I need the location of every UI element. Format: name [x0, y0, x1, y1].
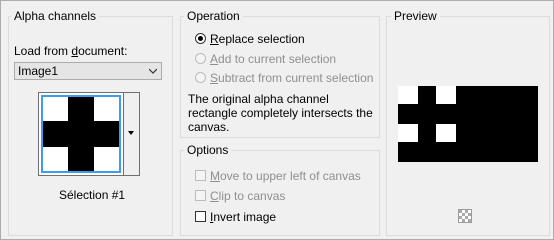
dropdown-arrow-icon	[128, 131, 134, 135]
chevron-down-icon	[149, 68, 157, 74]
preview-image	[398, 86, 538, 162]
alpha-channels-title: Alpha channels	[11, 9, 100, 23]
subtract-from-selection-radio[interactable]	[195, 72, 206, 83]
move-to-upper-left-checkbox[interactable]	[195, 170, 206, 181]
thumbnail-dropdown-button[interactable]	[124, 92, 140, 176]
radio-selected-dot	[198, 36, 203, 41]
operation-title: Operation	[184, 9, 243, 23]
options-title: Options	[184, 143, 232, 157]
replace-selection-radio[interactable]	[195, 33, 206, 44]
document-select[interactable]: Image1	[14, 62, 162, 80]
preview-title: Preview	[391, 9, 440, 23]
subtract-from-selection-label[interactable]: Subtract from current selection	[210, 71, 373, 85]
add-to-selection-radio[interactable]	[195, 53, 206, 64]
invert-image-label[interactable]: Invert image	[210, 210, 276, 224]
load-from-document-label: Load from document:	[14, 44, 128, 58]
alpha-channel-thumbnail[interactable]	[38, 92, 124, 176]
invert-image-checkbox[interactable]	[195, 211, 206, 222]
operation-message-line-1: The original alpha channel	[188, 92, 329, 106]
thumbnail-selection-outline	[41, 95, 121, 173]
replace-selection-label[interactable]: Replace selection	[210, 32, 305, 46]
clip-to-canvas-label[interactable]: Clip to canvas	[210, 189, 285, 203]
operation-message-line-2: rectangle completely intersects the	[188, 106, 373, 120]
add-to-selection-label[interactable]: Add to current selection	[210, 52, 336, 66]
checkerboard-icon	[458, 209, 472, 223]
cross-shape-icon	[43, 97, 119, 171]
document-select-value: Image1	[18, 64, 59, 78]
move-to-upper-left-label[interactable]: Move to upper left of canvas	[210, 169, 361, 183]
selection-name-label: Sélection #1	[59, 188, 126, 202]
clip-to-canvas-checkbox[interactable]	[195, 190, 206, 201]
operation-message-line-3: canvas.	[188, 120, 230, 134]
